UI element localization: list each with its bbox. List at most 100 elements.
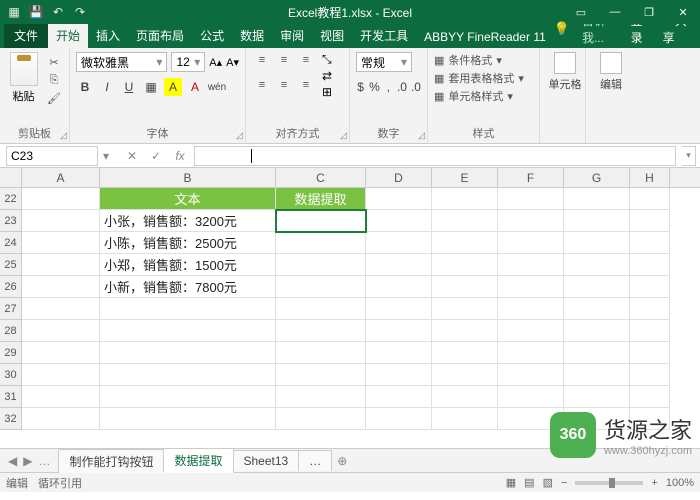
dialog-launcher-icon[interactable]: ◿ <box>236 130 243 141</box>
cell[interactable] <box>276 386 366 408</box>
cell-header-B[interactable]: 文本 <box>100 188 276 210</box>
cell[interactable] <box>100 320 276 342</box>
row-header[interactable]: 29 <box>0 342 22 364</box>
cell[interactable] <box>100 364 276 386</box>
cell-data[interactable]: 小郑，销售额：1500元 <box>100 254 276 276</box>
cell[interactable] <box>366 408 432 430</box>
row-header[interactable]: 24 <box>0 232 22 254</box>
cell[interactable] <box>630 320 670 342</box>
row-header[interactable]: 27 <box>0 298 22 320</box>
tab-review[interactable]: 审阅 <box>272 23 312 48</box>
align-top-icon[interactable]: ≡ <box>252 52 272 68</box>
phonetic-icon[interactable]: wén <box>208 78 226 96</box>
cell[interactable] <box>630 342 670 364</box>
tab-formula[interactable]: 公式 <box>192 23 232 48</box>
cell[interactable] <box>22 386 100 408</box>
cell[interactable] <box>276 342 366 364</box>
dialog-launcher-icon[interactable]: ◿ <box>340 130 347 141</box>
add-sheet-icon[interactable]: ⊕ <box>331 454 353 468</box>
cell[interactable] <box>564 386 630 408</box>
zoom-out-icon[interactable]: − <box>561 477 567 489</box>
cell[interactable] <box>564 364 630 386</box>
cell[interactable] <box>432 342 498 364</box>
tab-abbyy[interactable]: ABBYY FineReader 11 <box>416 26 554 48</box>
cell[interactable] <box>498 188 564 210</box>
cell[interactable] <box>564 232 630 254</box>
cancel-formula-icon[interactable]: ✕ <box>124 149 140 163</box>
cell[interactable] <box>564 320 630 342</box>
tab-insert[interactable]: 插入 <box>88 23 128 48</box>
align-left-icon[interactable]: ≡ <box>252 77 272 93</box>
cell[interactable] <box>630 254 670 276</box>
cell[interactable] <box>498 364 564 386</box>
row-header[interactable]: 32 <box>0 408 22 430</box>
cell[interactable] <box>432 386 498 408</box>
bold-button[interactable]: B <box>76 78 94 96</box>
col-header-E[interactable]: E <box>432 168 498 187</box>
cell[interactable] <box>630 386 670 408</box>
align-center-icon[interactable]: ≡ <box>274 77 294 93</box>
wrap-text-icon[interactable]: ⇄ <box>322 69 332 83</box>
orientation-icon[interactable]: ⤡ <box>322 52 332 67</box>
cell-data[interactable]: 小新，销售额：7800元 <box>100 276 276 298</box>
underline-button[interactable]: U <box>120 78 138 96</box>
view-layout-icon[interactable]: ▤ <box>524 476 534 489</box>
col-header-H[interactable]: H <box>630 168 670 187</box>
cell[interactable] <box>432 210 498 232</box>
percent-icon[interactable]: % <box>369 78 380 96</box>
comma-icon[interactable]: , <box>384 78 393 96</box>
cell[interactable] <box>276 298 366 320</box>
font-name-select[interactable]: 微软雅黑▾ <box>76 52 167 72</box>
border-icon[interactable]: ▦ <box>142 78 160 96</box>
cell[interactable] <box>276 254 366 276</box>
cell[interactable] <box>366 232 432 254</box>
cell[interactable] <box>366 254 432 276</box>
grow-font-icon[interactable]: A▴ <box>209 56 222 69</box>
format-painter-icon[interactable]: 🖌 <box>45 90 63 106</box>
col-header-B[interactable]: B <box>100 168 276 187</box>
edit-button[interactable]: 编辑 <box>592 52 630 92</box>
cell[interactable] <box>630 210 670 232</box>
cell[interactable] <box>630 276 670 298</box>
sheet-nav-next-icon[interactable]: ▶ <box>23 454 32 468</box>
italic-button[interactable]: I <box>98 78 116 96</box>
conditional-format-button[interactable]: ▦条件格式 ▾ <box>434 52 533 68</box>
save-icon[interactable]: 💾 <box>28 4 44 20</box>
zoom-slider[interactable] <box>575 481 643 485</box>
number-format-select[interactable]: 常规▾ <box>356 52 412 72</box>
cell[interactable] <box>366 188 432 210</box>
view-pagebreak-icon[interactable]: ▧ <box>543 476 553 489</box>
cell[interactable] <box>498 386 564 408</box>
cell[interactable] <box>100 408 276 430</box>
col-header-F[interactable]: F <box>498 168 564 187</box>
cell-data[interactable]: 小张，销售额：3200元 <box>100 210 276 232</box>
tab-view[interactable]: 视图 <box>312 23 352 48</box>
cell[interactable] <box>564 188 630 210</box>
name-box[interactable]: C23 <box>6 146 98 166</box>
row-header[interactable]: 31 <box>0 386 22 408</box>
cell[interactable] <box>564 298 630 320</box>
cell[interactable] <box>432 276 498 298</box>
cell[interactable] <box>22 210 100 232</box>
col-header-D[interactable]: D <box>366 168 432 187</box>
cell-style-button[interactable]: ▦单元格样式 ▾ <box>434 88 533 104</box>
cell[interactable] <box>432 408 498 430</box>
formula-bar[interactable] <box>194 146 676 166</box>
row-header[interactable]: 30 <box>0 364 22 386</box>
align-right-icon[interactable]: ≡ <box>296 77 316 93</box>
cell[interactable] <box>276 276 366 298</box>
sheet-tab-more[interactable]: … <box>298 450 332 471</box>
namebox-dropdown-icon[interactable]: ▾ <box>98 149 114 163</box>
cell[interactable] <box>432 188 498 210</box>
fill-color-icon[interactable]: A <box>164 78 182 96</box>
undo-icon[interactable]: ↶ <box>50 4 66 20</box>
formula-bar-expand-icon[interactable]: ▾ <box>682 146 696 166</box>
increase-decimal-icon[interactable]: .0 <box>397 78 407 96</box>
cell[interactable] <box>22 320 100 342</box>
sheet-nav-prev-icon[interactable]: ◀ <box>8 454 17 468</box>
cell[interactable] <box>100 386 276 408</box>
merge-icon[interactable]: ⊞ <box>322 85 332 99</box>
accept-formula-icon[interactable]: ✓ <box>148 149 164 163</box>
align-bottom-icon[interactable]: ≡ <box>296 52 316 68</box>
sheet-tab[interactable]: 制作能打钩按钮 <box>58 449 164 473</box>
